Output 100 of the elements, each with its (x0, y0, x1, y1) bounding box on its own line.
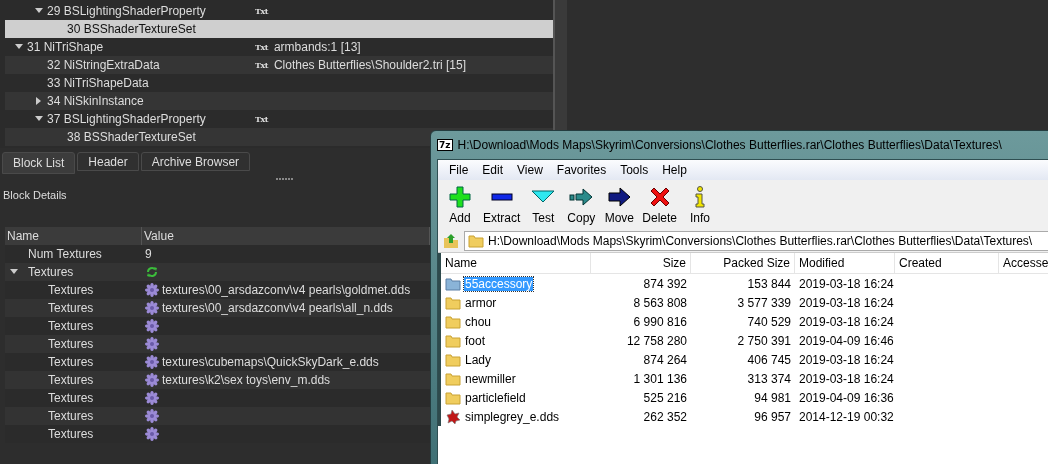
packed-size-cell-text: 96 957 (753, 409, 792, 424)
file-row[interactable]: foot 12 758 280 2 750 391 2019-04-09 16:46 (441, 331, 1048, 350)
column-header[interactable]: Name (441, 253, 591, 273)
menu-item[interactable]: View (510, 163, 550, 177)
flower-icon (145, 355, 159, 369)
section-title: Block Details (3, 189, 67, 201)
modified-cell-text: 2019-04-09 16:46 (798, 333, 895, 348)
modified-cell-text: 2019-03-18 16:24 (798, 276, 895, 291)
packed-size-cell-text: 94 981 (753, 390, 792, 405)
modified-cell-text: 2019-03-18 16:24 (798, 371, 895, 386)
field-name: Textures (48, 409, 94, 423)
tab[interactable]: Header (77, 152, 139, 171)
right-arrow-icon (607, 185, 632, 209)
tab[interactable]: Archive Browser (140, 152, 251, 171)
file-row[interactable]: Lady 874 264 406 745 2019-03-18 16:24 (441, 350, 1048, 369)
menu-item[interactable]: File (442, 163, 476, 177)
text-tag: Txt (255, 114, 268, 124)
text-tag: Txt (255, 42, 268, 52)
tree-row[interactable]: 30 BSShaderTextureSet (5, 20, 553, 38)
plus-icon (448, 185, 472, 209)
flower-icon (145, 337, 159, 351)
size-cell-text: 1 301 136 (632, 371, 688, 386)
toolbar-button[interactable]: Copy (563, 185, 600, 225)
tree-row[interactable]: 34 NiSkinInstance (5, 92, 553, 110)
toolbar-button[interactable]: Delete (639, 185, 681, 225)
field-name: Textures (48, 391, 94, 405)
column-header[interactable]: Size (591, 253, 691, 273)
modified-cell-text: 2019-04-09 16:36 (798, 390, 895, 405)
field-value: textures\cubemaps\QuickSkyDark_e.dds (162, 355, 379, 369)
file-name: particlefield (464, 390, 527, 405)
text-tag: Txt (255, 6, 268, 16)
column-header[interactable]: Created (895, 253, 999, 273)
folder-icon (468, 233, 484, 249)
toolbar-button[interactable]: Add (442, 185, 478, 225)
block-name: 34 NiSkinInstance (47, 94, 144, 108)
folder-icon (445, 351, 461, 368)
flower-icon (145, 373, 159, 387)
menu-item[interactable]: Edit (475, 163, 511, 177)
tab[interactable]: Block List (2, 152, 76, 174)
collapsed-arrow-icon[interactable] (35, 97, 43, 105)
toolbar-button[interactable]: Extract (480, 185, 524, 225)
menu-item[interactable]: Help (655, 163, 694, 177)
menu-item[interactable]: Tools (613, 163, 656, 177)
file-row[interactable]: particlefield 525 216 94 981 2019-04-09 16:36 (441, 388, 1048, 407)
column-header[interactable]: Accesse (999, 253, 1048, 273)
size-cell-text: 874 392 (642, 276, 688, 291)
splitter-grip-icon[interactable] (276, 178, 294, 181)
flower-icon (145, 283, 159, 297)
field-name: Textures (48, 319, 94, 333)
folder-icon (445, 313, 461, 330)
copy-arrow-icon (569, 185, 594, 209)
size-cell-text: 874 264 (642, 352, 688, 367)
tree-row[interactable]: 32 NiStringExtraData Txt Clothes Butterflies\Shoulder2.tri [15] (5, 56, 553, 74)
size-cell-text: 262 352 (642, 409, 688, 424)
file-name: 55accessory (464, 276, 534, 291)
field-name: Textures (48, 427, 94, 441)
field-name: Textures (28, 265, 74, 279)
packed-size-cell-text: 313 374 (746, 371, 792, 386)
packed-size-cell-text: 406 745 (746, 352, 792, 367)
column-header[interactable]: Packed Size (691, 253, 795, 273)
file-name: chou (464, 314, 493, 329)
packed-size-cell-text: 153 844 (746, 276, 792, 291)
size-cell-text: 6 990 816 (632, 314, 688, 329)
field-name: Textures (48, 373, 94, 387)
folder-icon (445, 370, 461, 387)
address-field[interactable]: H:\Download\Mods Maps\Skyrim\Conversions\Clothes Butterflies.rar\Clothes Butterflies\Data\Textures\ (464, 231, 1048, 251)
app-logo: 7z (437, 139, 453, 151)
folder-icon (445, 389, 461, 406)
block-name: 30 BSShaderTextureSet (67, 22, 196, 36)
expanded-arrow-icon[interactable] (35, 115, 43, 123)
file-row[interactable]: 55accessory 874 392 153 844 2019-03-18 16:24 (441, 274, 1048, 293)
toolbar-button[interactable]: Info (682, 185, 719, 225)
expanded-arrow-icon[interactable] (15, 43, 23, 51)
modified-cell-text: 2019-03-18 16:24 (798, 295, 895, 310)
flower-icon (145, 409, 159, 423)
field-value: textures\k2\sex toys\env_m.dds (162, 373, 331, 387)
modified-cell-text: 2019-03-18 16:24 (798, 352, 895, 367)
file-row[interactable]: simplegrey_e.dds 262 352 96 957 2014-12-19 00:32 (441, 407, 1048, 426)
field-value: 9 (145, 247, 152, 261)
toolbar-button[interactable]: Move (601, 185, 638, 225)
field-value: textures\00_arsdazconv\v4 pearls\goldmet.dds (162, 283, 411, 297)
file-row[interactable]: chou 6 990 816 740 529 2019-03-18 16:24 (441, 312, 1048, 331)
field-name: Textures (48, 301, 94, 315)
expanded-arrow-icon[interactable] (35, 7, 43, 15)
block-name: 38 BSShaderTextureSet (67, 130, 196, 144)
size-cell-text: 525 216 (642, 390, 688, 405)
file-row[interactable]: armor 8 563 808 3 577 339 2019-03-18 16:24 (441, 293, 1048, 312)
expanded-arrow-icon[interactable] (10, 268, 18, 276)
menu-item[interactable]: Favorites (549, 163, 614, 177)
packed-size-cell-text: 2 750 391 (736, 333, 792, 348)
folder-icon (445, 332, 461, 349)
column-header[interactable]: Modified (795, 253, 895, 273)
file-name: armor (464, 295, 498, 310)
flower-icon (145, 301, 159, 315)
toolbar-button[interactable]: Test (525, 185, 562, 225)
field-name: Num Textures (28, 247, 102, 261)
file-name: foot (464, 333, 486, 348)
file-row[interactable]: newmiller 1 301 136 313 374 2019-03-18 16:24 (441, 369, 1048, 388)
size-cell-text: 12 758 280 (625, 333, 688, 348)
up-folder-icon[interactable] (442, 232, 460, 250)
